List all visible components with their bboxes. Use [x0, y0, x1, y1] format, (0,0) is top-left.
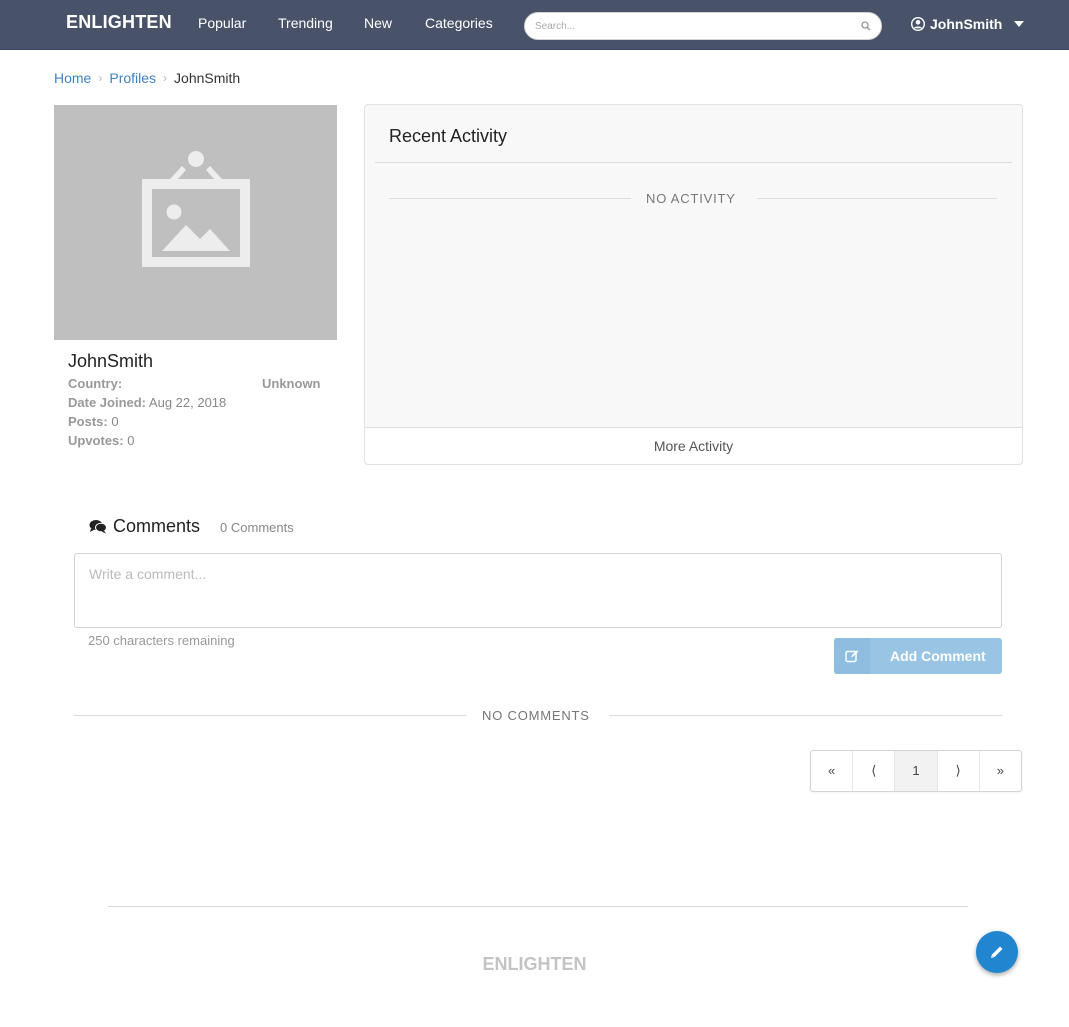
brand-logo[interactable]: ENLIGHTEN [66, 12, 172, 33]
user-menu-name: JohnSmith [930, 16, 1003, 32]
top-navbar: ENLIGHTEN Popular Trending New Categorie… [0, 0, 1069, 50]
search-icon[interactable] [861, 21, 871, 31]
recent-activity-panel: Recent Activity NO ACTIVITY More Activit… [364, 104, 1023, 465]
breadcrumb-current: JohnSmith [174, 70, 241, 86]
divider [389, 198, 631, 199]
avatar [54, 105, 337, 340]
comments-icon [89, 520, 107, 534]
chevron-right-icon: › [163, 71, 168, 85]
upvotes-value: 0 [127, 433, 135, 448]
add-comment-label: Add Comment [890, 648, 986, 664]
comments-header: Comments 0 Comments [89, 516, 294, 537]
country-label: Country: [68, 376, 123, 391]
profile-country-row: Country: [68, 376, 122, 391]
edit-icon [845, 650, 859, 663]
divider [757, 198, 997, 199]
add-comment-icon-wrap [834, 638, 870, 674]
user-menu-dropdown[interactable]: JohnSmith [911, 14, 1025, 34]
user-circle-icon [911, 17, 925, 31]
breadcrumb-profiles[interactable]: Profiles [109, 70, 156, 86]
pagination-next[interactable]: ⟩ [938, 751, 980, 791]
image-placeholder-icon [142, 151, 250, 267]
pagination-first[interactable]: « [811, 751, 854, 791]
nav-item-trending[interactable]: Trending [278, 15, 333, 31]
nav-item-categories[interactable]: Categories [425, 15, 493, 31]
floating-edit-button[interactable] [976, 931, 1018, 973]
comment-input[interactable] [75, 554, 1001, 627]
comments-count: 0 Comments [220, 520, 294, 535]
comment-box [74, 553, 1002, 628]
no-activity-text: NO ACTIVITY [646, 191, 736, 206]
chars-remaining: 250 characters remaining [88, 633, 235, 648]
footer-brand: ENLIGHTEN [482, 954, 587, 974]
nav-item-popular[interactable]: Popular [198, 15, 246, 31]
divider [609, 715, 1002, 716]
pagination: « ⟨ 1 ⟩ » [810, 750, 1022, 792]
upvotes-label: Upvotes: [68, 433, 124, 448]
more-activity-button[interactable]: More Activity [365, 427, 1022, 464]
divider [74, 715, 466, 716]
posts-value: 0 [111, 414, 119, 429]
profile-name: JohnSmith [68, 351, 154, 371]
profile-date-joined-row: Date Joined: Aug 22, 2018 [68, 395, 226, 410]
country-value: Unknown [262, 376, 321, 391]
pencil-icon [991, 946, 1003, 958]
pagination-page-1[interactable]: 1 [895, 751, 938, 791]
breadcrumb: Home › Profiles › JohnSmith [54, 70, 240, 86]
no-comments-text: NO COMMENTS [482, 708, 590, 723]
footer-divider [108, 906, 968, 907]
date-joined-label: Date Joined: [68, 395, 147, 410]
breadcrumb-home[interactable]: Home [54, 70, 91, 86]
pagination-prev[interactable]: ⟨ [853, 751, 896, 791]
chevron-right-icon: › [98, 71, 103, 85]
posts-label: Posts: [68, 414, 108, 429]
comments-title: Comments [113, 516, 201, 536]
nav-item-new[interactable]: New [364, 15, 392, 31]
recent-activity-title: Recent Activity [389, 126, 508, 146]
pagination-last[interactable]: » [980, 751, 1021, 791]
profile-posts-row: Posts: 0 [68, 414, 119, 429]
profile-upvotes-row: Upvotes: 0 [68, 433, 134, 448]
add-comment-button[interactable]: Add Comment [834, 638, 1002, 674]
divider [375, 162, 1012, 163]
date-joined-value: Aug 22, 2018 [148, 395, 227, 410]
search-bar [524, 12, 882, 40]
search-input[interactable] [535, 18, 855, 34]
caret-down-icon [1014, 21, 1025, 27]
